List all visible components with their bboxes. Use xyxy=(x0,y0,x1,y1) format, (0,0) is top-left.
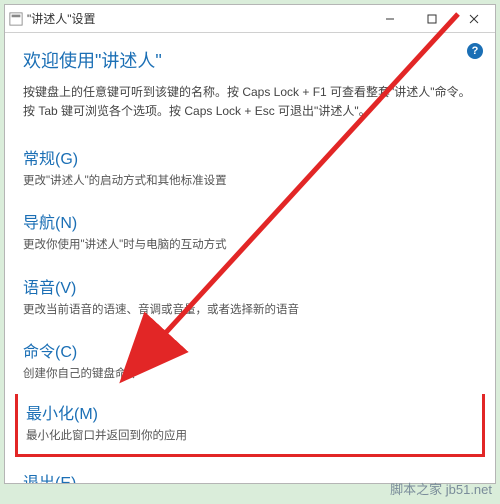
section-commands[interactable]: 命令(C) 创建你自己的键盘命令 xyxy=(23,328,477,392)
section-title: 语音(V) xyxy=(23,274,477,298)
narrator-settings-window: "讲述人"设置 ? 欢迎使用"讲述人" 按键盘上的任意键可听到该键的名称。按 C… xyxy=(4,4,496,484)
page-heading: 欢迎使用"讲述人" xyxy=(23,47,477,73)
titlebar: "讲述人"设置 xyxy=(5,5,495,33)
close-window-button[interactable] xyxy=(453,5,495,33)
section-general[interactable]: 常规(G) 更改"讲述人"的启动方式和其他标准设置 xyxy=(23,135,477,199)
maximize-window-button[interactable] xyxy=(411,5,453,33)
section-title: 常规(G) xyxy=(23,145,477,169)
watermark: 脚本之家 jb51.net xyxy=(390,479,492,498)
content-area: ? 欢迎使用"讲述人" 按键盘上的任意键可听到该键的名称。按 Caps Lock… xyxy=(5,33,495,483)
section-desc: 最小化此窗口并返回到你的应用 xyxy=(26,428,474,444)
section-desc: 更改当前语音的语速、音调或音量，或者选择新的语音 xyxy=(23,302,477,318)
section-voice[interactable]: 语音(V) 更改当前语音的语速、音调或音量，或者选择新的语音 xyxy=(23,264,477,328)
section-desc: 更改"讲述人"的启动方式和其他标准设置 xyxy=(23,173,477,189)
minimize-window-button[interactable] xyxy=(369,5,411,33)
window-title: "讲述人"设置 xyxy=(27,10,96,27)
app-icon xyxy=(5,12,27,26)
section-title: 命令(C) xyxy=(23,338,477,362)
intro-text: 按键盘上的任意键可听到该键的名称。按 Caps Lock + F1 可查看整套"… xyxy=(23,83,477,121)
section-desc: 创建你自己的键盘命令 xyxy=(23,366,477,382)
section-title: 导航(N) xyxy=(23,209,477,233)
section-navigation[interactable]: 导航(N) 更改你使用"讲述人"时与电脑的互动方式 xyxy=(23,199,477,263)
help-icon[interactable]: ? xyxy=(467,43,483,59)
section-title: 最小化(M) xyxy=(26,400,474,424)
section-minimize[interactable]: 最小化(M) 最小化此窗口并返回到你的应用 xyxy=(15,394,485,457)
section-desc: 更改你使用"讲述人"时与电脑的互动方式 xyxy=(23,237,477,253)
